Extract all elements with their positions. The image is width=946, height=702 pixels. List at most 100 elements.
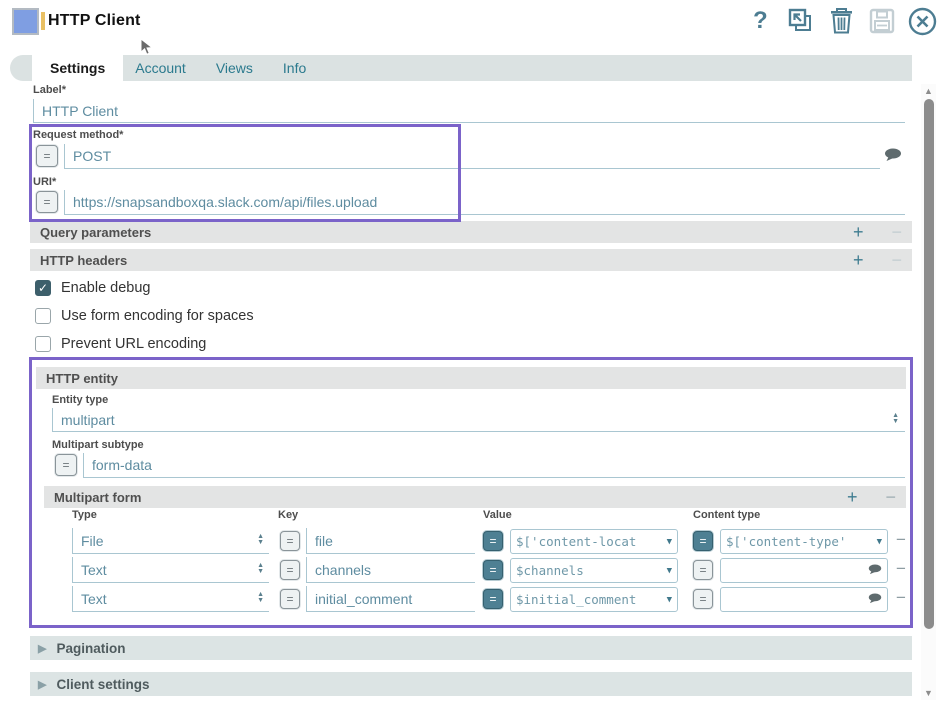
row1-ct-expression-toggle[interactable]: = — [693, 531, 713, 551]
row3-type-spinner-icon[interactable]: ▲▼ — [257, 592, 264, 604]
row2-value-dropdown-icon[interactable]: ▼ — [667, 566, 672, 576]
entity-type-value: multipart — [61, 412, 115, 428]
section-query-parameters-title: Query parameters — [40, 225, 151, 240]
row3-value-dropdown-icon[interactable]: ▼ — [667, 595, 672, 605]
label-field-label: Label* — [33, 84, 66, 96]
pagination-expand-icon[interactable]: ▶ — [38, 642, 46, 655]
row1-key-input[interactable]: file — [306, 528, 475, 554]
row3-value-input[interactable]: $initial_comment ▼ — [510, 587, 678, 612]
section-pagination[interactable]: ▶ Pagination — [30, 636, 912, 660]
label-input[interactable]: HTTP Client — [33, 99, 905, 123]
row3-content-type-input[interactable] — [720, 587, 888, 612]
row1-value-input[interactable]: $['content-locat ▼ — [510, 529, 678, 554]
close-icon[interactable] — [908, 7, 937, 41]
entity-type-label: Entity type — [52, 394, 108, 406]
section-http-headers[interactable]: HTTP headers + − — [30, 249, 912, 271]
scrollbar-thumb[interactable] — [924, 99, 934, 629]
row3-value-expression-toggle[interactable]: = — [483, 589, 503, 609]
save-icon[interactable] — [869, 8, 895, 39]
section-client-settings[interactable]: ▶ Client settings — [30, 672, 912, 696]
help-icon[interactable]: ? — [753, 9, 768, 33]
row1-key-expression-toggle[interactable]: = — [280, 531, 300, 551]
row2-content-type-input[interactable] — [720, 558, 888, 583]
row3-type-select[interactable]: Text ▲▼ — [72, 586, 269, 612]
dialog-title: HTTP Client — [48, 12, 141, 30]
row1-type-spinner-icon[interactable]: ▲▼ — [257, 534, 264, 546]
tab-info[interactable]: Info — [283, 60, 306, 76]
row1-remove-button[interactable]: − — [896, 532, 906, 548]
request-method-input[interactable]: POST — [64, 144, 880, 169]
row3-ct-comment-bubble-icon[interactable] — [868, 592, 882, 607]
scrollbar-up-icon[interactable]: ▲ — [921, 86, 936, 96]
row2-value-input[interactable]: $channels ▼ — [510, 558, 678, 583]
comment-bubble-icon[interactable] — [884, 148, 902, 167]
checkbox-form-encoding-label: Use form encoding for spaces — [61, 308, 254, 324]
multipart-subtype-input[interactable]: form-data — [83, 453, 905, 478]
entity-type-select[interactable]: multipart ▲▼ — [52, 408, 905, 432]
row3-remove-button[interactable]: − — [896, 590, 906, 606]
client-settings-expand-icon[interactable]: ▶ — [38, 678, 46, 691]
snap-icon — [12, 8, 39, 35]
remove-query-parameter-button[interactable]: − — [891, 222, 902, 243]
add-http-header-button[interactable]: + — [853, 250, 864, 271]
row2-value-expression-toggle[interactable]: = — [483, 560, 503, 580]
column-header-key: Key — [278, 509, 298, 521]
checkbox-enable-debug[interactable]: ✓ Enable debug — [35, 280, 151, 296]
scrollbar-down-icon[interactable]: ▼ — [921, 688, 936, 698]
section-pagination-title: Pagination — [56, 641, 125, 656]
row3-ct-expression-toggle[interactable]: = — [693, 589, 713, 609]
row3-key-input[interactable]: initial_comment — [306, 586, 475, 612]
request-method-expression-toggle[interactable]: = — [36, 145, 58, 167]
remove-http-header-button[interactable]: − — [891, 250, 902, 271]
checkbox-checked-icon[interactable]: ✓ — [35, 280, 51, 296]
section-http-entity-title: HTTP entity — [46, 371, 118, 386]
row2-type-select[interactable]: Text ▲▼ — [72, 557, 269, 583]
add-query-parameter-button[interactable]: + — [853, 222, 864, 243]
tab-settings[interactable]: Settings — [32, 55, 123, 81]
column-header-value: Value — [483, 509, 512, 521]
section-http-entity[interactable]: HTTP entity — [36, 367, 906, 389]
uri-label: URI* — [33, 176, 56, 188]
section-multipart-form-title: Multipart form — [54, 490, 141, 505]
export-icon[interactable] — [788, 8, 814, 39]
checkbox-prevent-url-encoding[interactable]: Prevent URL encoding — [35, 336, 206, 352]
row2-remove-button[interactable]: − — [896, 561, 906, 577]
section-query-parameters[interactable]: Query parameters + − — [30, 221, 912, 243]
checkbox-enable-debug-label: Enable debug — [61, 280, 151, 296]
request-method-label: Request method* — [33, 129, 123, 141]
column-header-content-type: Content type — [693, 509, 760, 521]
multipart-subtype-label: Multipart subtype — [52, 439, 144, 451]
checkbox-unchecked-icon[interactable] — [35, 336, 51, 352]
scrollbar[interactable]: ▲ ▼ — [921, 84, 936, 700]
delete-icon[interactable] — [829, 7, 854, 39]
add-multipart-row-button[interactable]: + — [847, 487, 858, 508]
column-header-type: Type — [72, 509, 97, 521]
multipart-subtype-expression-toggle[interactable]: = — [55, 454, 77, 476]
uri-expression-toggle[interactable]: = — [36, 191, 58, 213]
checkbox-prevent-url-encoding-label: Prevent URL encoding — [61, 336, 206, 352]
row2-ct-comment-bubble-icon[interactable] — [868, 563, 882, 578]
section-multipart-form[interactable]: Multipart form + − — [44, 486, 906, 508]
section-http-headers-title: HTTP headers — [40, 253, 127, 268]
snap-icon-connector — [41, 12, 45, 30]
uri-input[interactable]: https://snapsandboxqa.slack.com/api/file… — [64, 190, 905, 215]
row2-type-spinner-icon[interactable]: ▲▼ — [257, 563, 264, 575]
checkbox-unchecked-icon[interactable] — [35, 308, 51, 324]
row3-key-expression-toggle[interactable]: = — [280, 589, 300, 609]
row1-type-select[interactable]: File ▲▼ — [72, 528, 269, 554]
row1-ct-dropdown-icon[interactable]: ▼ — [877, 537, 882, 547]
row1-value-expression-toggle[interactable]: = — [483, 531, 503, 551]
tab-views[interactable]: Views — [216, 60, 253, 76]
remove-multipart-row-button[interactable]: − — [885, 487, 896, 508]
tab-account[interactable]: Account — [135, 60, 186, 76]
row2-key-expression-toggle[interactable]: = — [280, 560, 300, 580]
entity-type-spinner-icon[interactable]: ▲▼ — [892, 413, 899, 425]
row2-key-input[interactable]: channels — [306, 557, 475, 583]
tab-bar-cap — [10, 55, 32, 81]
section-client-settings-title: Client settings — [56, 677, 149, 692]
mouse-cursor — [140, 38, 154, 61]
row1-value-dropdown-icon[interactable]: ▼ — [667, 537, 672, 547]
row2-ct-expression-toggle[interactable]: = — [693, 560, 713, 580]
row1-content-type-input[interactable]: $['content-type' ▼ — [720, 529, 888, 554]
checkbox-form-encoding[interactable]: Use form encoding for spaces — [35, 308, 254, 324]
